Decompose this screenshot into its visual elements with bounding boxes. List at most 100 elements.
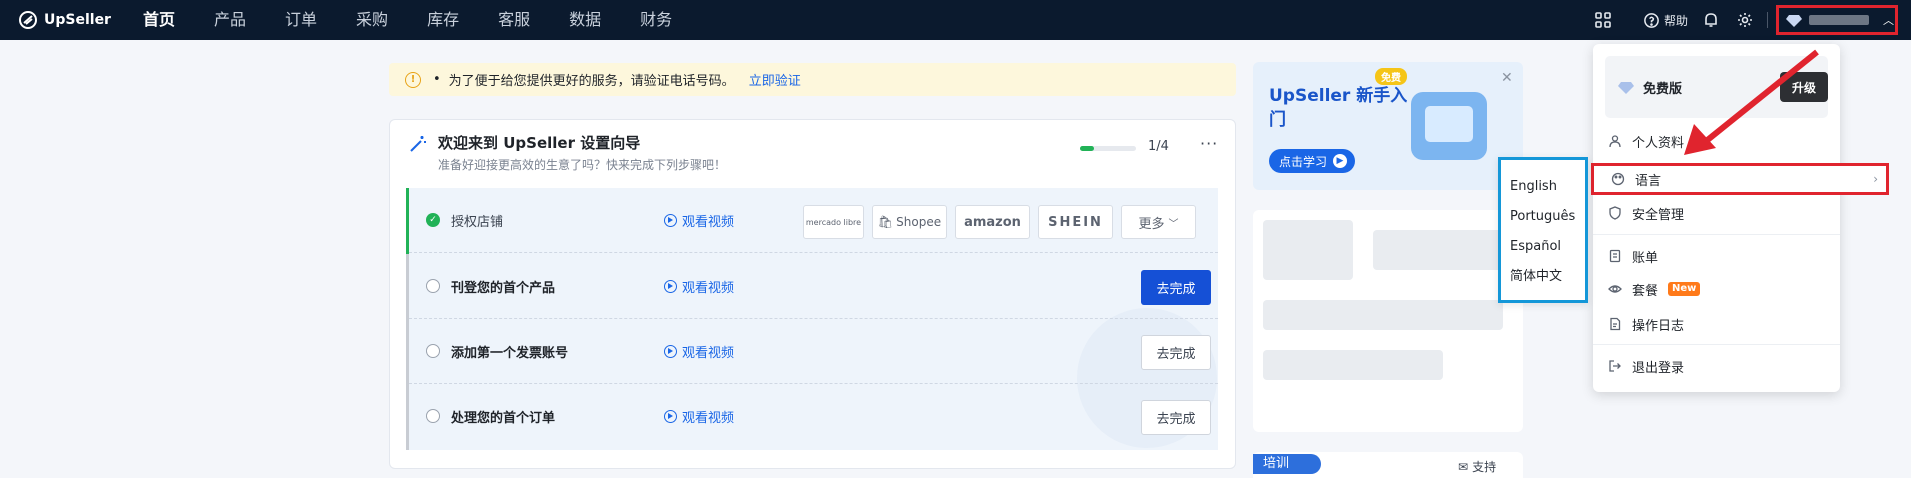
wizard-steps: ✓ 授权店铺 观看视频 mercado libre 🛍 Shopee amazon…	[406, 188, 1218, 450]
play-icon	[664, 280, 677, 293]
watch-video-link[interactable]: 观看视频	[664, 407, 734, 426]
menu-divider	[1593, 234, 1840, 235]
blurred-block	[1263, 220, 1353, 280]
verify-now-link[interactable]: 立即验证	[749, 70, 801, 89]
nav-item-purchasing[interactable]: 采购	[356, 0, 388, 40]
step-label: 授权店铺	[451, 215, 504, 230]
chevron-right-icon: ›	[1873, 172, 1878, 186]
nav-item-data[interactable]: 数据	[569, 0, 601, 40]
menu-item-security[interactable]: 安全管理	[1593, 198, 1840, 228]
step-label: 处理您的首个订单	[451, 411, 556, 426]
platform-shopee[interactable]: 🛍 Shopee	[872, 205, 947, 239]
log-file-icon	[1610, 317, 1621, 331]
shopee-bag-icon: 🛍	[877, 215, 894, 229]
wizard-subtitle: 准备好迎接更高效的生意了吗？快来完成下列步骤吧！	[438, 158, 727, 172]
menu-item-logout[interactable]: 退出登录	[1593, 351, 1840, 381]
upseller-logo[interactable]: UpSeller	[18, 8, 111, 32]
upgrade-button[interactable]: 升级	[1780, 72, 1828, 102]
support-link[interactable]: ✉ 支持	[1458, 458, 1496, 475]
wizard-progress-count: 1/4	[1148, 139, 1169, 154]
training-card: 培训 ✉ 支持	[1253, 452, 1523, 478]
nav-item-products[interactable]: 产品	[214, 0, 246, 40]
nav-item-customer-service[interactable]: 客服	[498, 0, 530, 40]
nav-divider	[1767, 12, 1768, 28]
step-label: 添加第一个发票账号	[451, 346, 569, 361]
main-nav: 首页 产品 订单 采购 库存 客服 数据 财务	[143, 0, 711, 40]
step-authorize-store: ✓ 授权店铺 观看视频 mercado libre 🛍 Shopee amazon…	[409, 188, 1218, 253]
blurred-content-card	[1253, 210, 1523, 432]
settings-gear-icon[interactable]	[1735, 10, 1755, 30]
help-icon	[1644, 12, 1659, 28]
complete-step-button[interactable]: 去完成	[1141, 335, 1211, 370]
play-icon	[664, 345, 677, 358]
play-icon	[664, 410, 677, 423]
help-label: 帮助	[1664, 13, 1689, 28]
menu-divider	[1593, 344, 1840, 345]
bullet-dot: •	[433, 72, 441, 87]
more-platforms-button[interactable]: 更多 ﹀	[1121, 205, 1196, 239]
mail-icon: ✉	[1458, 459, 1469, 474]
watch-video-link[interactable]: 观看视频	[664, 277, 734, 296]
step-label: 刊登您的首个产品	[451, 281, 556, 296]
more-options-icon[interactable]: ···	[1200, 134, 1218, 153]
blurred-block	[1373, 230, 1503, 270]
complete-step-button[interactable]: 去完成	[1141, 400, 1211, 435]
menu-item-language[interactable]: 语言 ›	[1591, 163, 1889, 195]
blurred-block	[1263, 300, 1503, 330]
nav-item-orders[interactable]: 订单	[285, 0, 317, 40]
nav-item-finance[interactable]: 财务	[640, 0, 672, 40]
platform-shein[interactable]: SHEIN	[1038, 205, 1113, 239]
menu-item-profile[interactable]: 个人资料	[1593, 126, 1840, 156]
logo-text: UpSeller	[44, 12, 111, 28]
start-learning-button[interactable]: 点击学习 ▶	[1269, 149, 1355, 173]
nav-item-home[interactable]: 首页	[143, 0, 175, 40]
step-add-invoice-account: 添加第一个发票账号 观看视频 去完成	[409, 319, 1218, 384]
new-badge: New	[1668, 282, 1701, 296]
arrow-right-icon: ▶	[1333, 154, 1348, 168]
promo-title: UpSeller 新手入门	[1269, 86, 1408, 130]
user-account-button[interactable]: ︿	[1776, 5, 1898, 35]
diamond-icon	[1786, 15, 1802, 27]
step-list-first-product: 刊登您的首个产品 观看视频 去完成	[409, 254, 1218, 319]
check-empty-icon	[426, 409, 440, 423]
setup-wizard-card: 欢迎来到 UpSeller 设置向导 准备好迎接更高效的生意了吗？快来完成下列步…	[389, 119, 1236, 469]
beginner-guide-promo: UpSeller 新手入门 免费 点击学习 ▶ ✕	[1253, 62, 1523, 190]
language-option-spanish[interactable]: Español	[1501, 238, 1585, 268]
step-process-first-order: 处理您的首个订单 观看视频 去完成	[409, 384, 1218, 449]
shield-icon	[1609, 206, 1621, 220]
watch-video-link[interactable]: 观看视频	[664, 342, 734, 361]
chevron-up-icon: ︿	[1883, 14, 1894, 27]
check-empty-icon	[426, 344, 440, 358]
menu-item-billing[interactable]: 账单	[1593, 241, 1840, 271]
help-button[interactable]: 帮助	[1643, 10, 1688, 30]
free-badge: 免费	[1375, 68, 1407, 85]
language-submenu: English Português Español 简体中文	[1498, 157, 1588, 303]
user-icon	[1609, 135, 1621, 148]
nav-item-inventory[interactable]: 库存	[427, 0, 459, 40]
upseller-logo-icon	[19, 11, 37, 29]
language-option-english[interactable]: English	[1501, 178, 1585, 208]
diamond-icon	[1618, 82, 1634, 94]
wizard-progress-bar	[1080, 146, 1136, 151]
apps-grid-icon[interactable]	[1593, 10, 1613, 30]
complete-step-button[interactable]: 去完成	[1141, 270, 1211, 305]
language-option-portuguese[interactable]: Português	[1501, 208, 1585, 238]
logout-icon	[1609, 360, 1621, 372]
watch-video-link[interactable]: 观看视频	[664, 211, 734, 230]
language-option-simplified-chinese[interactable]: 简体中文	[1501, 268, 1585, 298]
user-dropdown-menu: 免费版 升级 个人资料 安全管理 账单 套餐 New 操作日志 退出登录	[1593, 44, 1840, 392]
verify-phone-notice: ! • 为了便于给您提供更好的服务，请验证电话号码。 立即验证	[389, 63, 1236, 96]
menu-item-package[interactable]: 套餐 New	[1593, 274, 1840, 304]
check-empty-icon	[426, 279, 440, 293]
chevron-down-icon: ﹀	[1168, 218, 1179, 230]
close-icon[interactable]: ✕	[1501, 70, 1513, 86]
bell-icon[interactable]	[1701, 10, 1721, 30]
notice-text: 为了便于给您提供更好的服务，请验证电话号码。	[448, 74, 735, 89]
check-done-icon: ✓	[426, 213, 440, 227]
platform-amazon[interactable]: amazon	[955, 205, 1030, 239]
magic-wand-icon	[410, 136, 426, 152]
tv-illustration	[1411, 92, 1487, 160]
menu-item-operation-log[interactable]: 操作日志	[1593, 309, 1840, 339]
bill-icon	[1609, 249, 1621, 263]
platform-mercado-libre[interactable]: mercado libre	[803, 205, 864, 239]
